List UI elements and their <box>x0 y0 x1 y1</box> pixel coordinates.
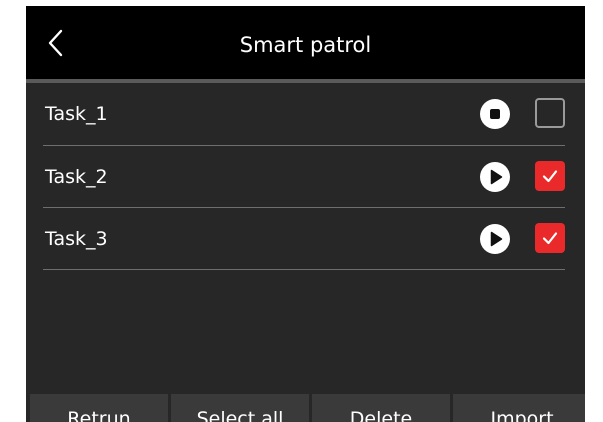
header-bar: Smart patrol <box>26 6 585 79</box>
task-row: Task_1 <box>43 83 565 145</box>
task-checkbox[interactable] <box>535 223 565 253</box>
task-checkbox[interactable] <box>535 98 565 128</box>
play-button[interactable] <box>480 224 510 254</box>
stop-icon <box>480 99 510 129</box>
smart-patrol-screen: Smart patrol Task_1 Task_2 Task_3 Retrun… <box>26 6 585 422</box>
checkmark-icon <box>542 170 558 183</box>
return-button[interactable]: Retrun <box>30 394 168 422</box>
select-all-button[interactable]: Select all <box>171 394 309 422</box>
task-row: Task_3 <box>43 208 565 270</box>
checkmark-icon <box>542 232 558 245</box>
import-button[interactable]: Import <box>453 394 585 422</box>
play-button[interactable] <box>480 162 510 192</box>
task-label: Task_2 <box>45 166 108 188</box>
task-row: Task_2 <box>43 146 565 208</box>
back-button[interactable] <box>38 24 74 62</box>
delete-button[interactable]: Delete <box>312 394 450 422</box>
stop-button[interactable] <box>480 99 510 129</box>
footer-toolbar: Retrun Select all Delete Import <box>26 394 585 422</box>
task-label: Task_1 <box>45 103 108 125</box>
play-icon <box>480 162 510 192</box>
task-label: Task_3 <box>45 228 108 250</box>
play-icon <box>480 224 510 254</box>
task-checkbox[interactable] <box>535 161 565 191</box>
chevron-left-icon <box>48 29 63 57</box>
row-divider <box>43 269 565 270</box>
page-title: Smart patrol <box>239 33 372 57</box>
